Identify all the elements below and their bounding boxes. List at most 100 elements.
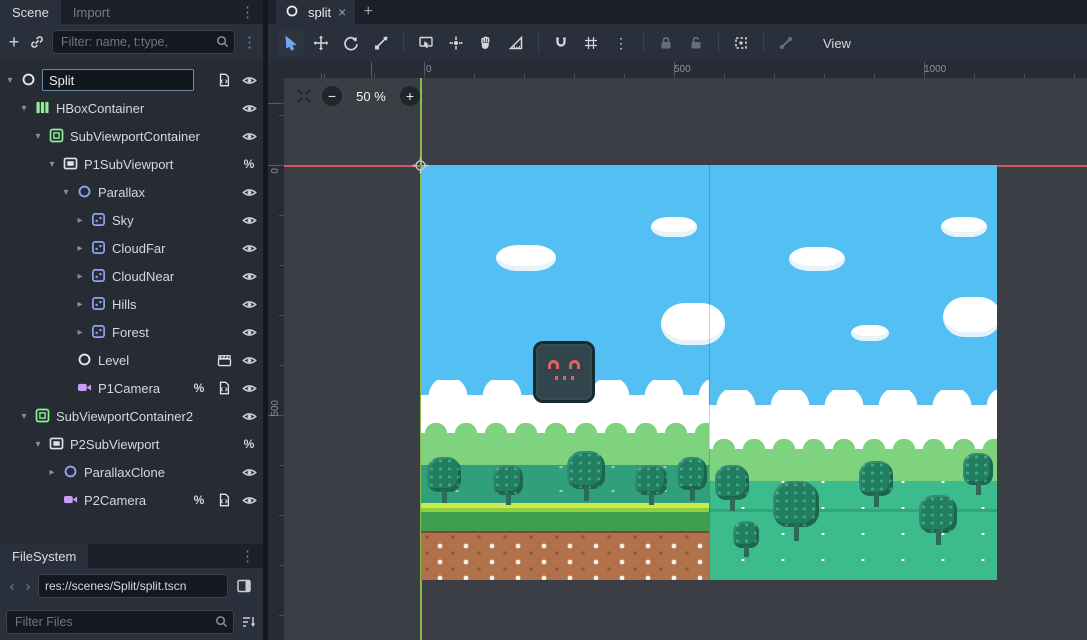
- expand-icon[interactable]: ▸: [74, 327, 86, 338]
- expand-icon[interactable]: ▸: [46, 467, 58, 478]
- close-tab-icon[interactable]: ×: [338, 4, 346, 20]
- expand-icon[interactable]: ▸: [74, 243, 86, 254]
- collapse-icon[interactable]: ▾: [46, 159, 58, 170]
- tree-node-hboxcontainer[interactable]: ▾HBoxContainer: [0, 94, 263, 122]
- tree: [677, 457, 707, 501]
- script-icon[interactable]: [214, 493, 234, 507]
- visibility-eye-icon[interactable]: [239, 493, 259, 508]
- tree: [715, 465, 749, 511]
- filesystem-menu-icon[interactable]: ⋮: [232, 544, 263, 568]
- visibility-eye-icon[interactable]: [239, 381, 259, 396]
- history-forward-icon[interactable]: ›: [22, 578, 34, 595]
- zoom-level-label[interactable]: 50 %: [352, 89, 390, 104]
- center-view-icon[interactable]: [296, 88, 312, 104]
- pivot-tool[interactable]: [443, 30, 469, 56]
- visibility-eye-icon[interactable]: [239, 325, 259, 340]
- cloud: [941, 217, 987, 237]
- zoom-out-button[interactable]: −: [322, 86, 342, 106]
- visibility-eye-icon[interactable]: [239, 101, 259, 116]
- scene-panel-menu-icon[interactable]: ⋮: [242, 33, 257, 51]
- tree: [919, 495, 957, 545]
- lock-button[interactable]: [653, 30, 679, 56]
- dock-menu-icon[interactable]: ⋮: [232, 0, 263, 24]
- left-dock-tabbar: Scene Import ⋮: [0, 0, 263, 24]
- tree-node-subviewportcontainer2[interactable]: ▾SubViewportContainer2: [0, 402, 263, 430]
- unique-name-icon[interactable]: %: [189, 381, 209, 395]
- add-node-button[interactable]: +: [6, 34, 22, 50]
- skeleton-menu[interactable]: [773, 30, 799, 56]
- tree-node-hills[interactable]: ▸Hills: [0, 290, 263, 318]
- collapse-icon[interactable]: ▾: [60, 187, 72, 198]
- tree-node-p2subviewport[interactable]: ▾P2SubViewport%: [0, 430, 263, 458]
- expand-icon[interactable]: ▸: [74, 271, 86, 282]
- unique-name-icon[interactable]: %: [239, 157, 259, 171]
- tree-node-parallaxclone[interactable]: ▸ParallaxClone: [0, 458, 263, 486]
- pan-tool[interactable]: [473, 30, 499, 56]
- visibility-eye-icon[interactable]: [239, 353, 259, 368]
- visibility-eye-icon[interactable]: [239, 73, 259, 88]
- tree-node-forest[interactable]: ▸Forest: [0, 318, 263, 346]
- tree-node-p1subviewport[interactable]: ▾ P1SubViewport%: [0, 150, 263, 178]
- 2d-viewport-canvas[interactable]: − 50 % +: [284, 78, 1087, 640]
- tree-node-sky[interactable]: ▸Sky: [0, 206, 263, 234]
- unlock-button[interactable]: [683, 30, 709, 56]
- origin-gizmo-icon[interactable]: [412, 157, 429, 177]
- scale-tool[interactable]: [368, 30, 394, 56]
- collapse-icon[interactable]: ▾: [4, 75, 16, 86]
- tree-node-level[interactable]: Level: [0, 346, 263, 374]
- open-scene-icon[interactable]: [214, 353, 234, 368]
- ruler-tool[interactable]: [503, 30, 529, 56]
- tree-node-p2camera[interactable]: P2Camera%: [0, 486, 263, 514]
- tree-node-cloudfar[interactable]: ▸CloudFar: [0, 234, 263, 262]
- tree-node-cloudnear[interactable]: ▸CloudNear: [0, 262, 263, 290]
- script-icon[interactable]: [214, 381, 234, 395]
- visibility-eye-icon[interactable]: [239, 213, 259, 228]
- tree-node-p1camera[interactable]: P1Camera%: [0, 374, 263, 402]
- node-name-label: P1SubViewport: [84, 157, 173, 172]
- visibility-eye-icon[interactable]: [239, 241, 259, 256]
- script-icon[interactable]: [214, 73, 234, 87]
- expand-icon[interactable]: ▸: [74, 215, 86, 226]
- view-menu-button[interactable]: View: [811, 33, 863, 54]
- collapse-icon[interactable]: ▾: [32, 131, 44, 142]
- collapse-icon[interactable]: ▾: [18, 411, 30, 422]
- tab-scene[interactable]: Scene: [0, 0, 61, 24]
- unique-name-icon[interactable]: %: [189, 493, 209, 507]
- cloud: [661, 303, 725, 345]
- rotate-tool[interactable]: [338, 30, 364, 56]
- select-tool[interactable]: [278, 30, 304, 56]
- tree-node-parallax[interactable]: ▾Parallax: [0, 178, 263, 206]
- collapse-icon[interactable]: ▾: [32, 439, 44, 450]
- file-filter-input[interactable]: [6, 610, 234, 634]
- smart-snap-toggle[interactable]: [548, 30, 574, 56]
- visibility-eye-icon[interactable]: [239, 129, 259, 144]
- visibility-eye-icon[interactable]: [239, 185, 259, 200]
- split-filesystem-panel-icon[interactable]: [236, 578, 252, 594]
- expand-icon[interactable]: ▸: [74, 299, 86, 310]
- visibility-eye-icon[interactable]: [239, 409, 259, 424]
- tree-node-split[interactable]: ▾ Split: [0, 66, 263, 94]
- rename-field[interactable]: Split: [42, 69, 194, 91]
- zoom-in-button[interactable]: +: [400, 86, 420, 106]
- group-button[interactable]: [728, 30, 754, 56]
- scene-tab-split[interactable]: split ×: [276, 0, 355, 24]
- scene-filter-input[interactable]: [52, 30, 235, 54]
- tab-filesystem[interactable]: FileSystem: [0, 544, 88, 568]
- grid-snap-toggle[interactable]: [578, 30, 604, 56]
- tab-import[interactable]: Import: [61, 0, 122, 24]
- current-path-field[interactable]: [38, 574, 228, 598]
- collapse-icon[interactable]: ▾: [18, 103, 30, 114]
- move-tool[interactable]: [308, 30, 334, 56]
- game-scene: [421, 165, 997, 580]
- visibility-eye-icon[interactable]: [239, 269, 259, 284]
- unique-name-icon[interactable]: %: [239, 437, 259, 451]
- list-select-tool[interactable]: [413, 30, 439, 56]
- file-sort-icon[interactable]: [241, 614, 257, 630]
- snap-options-menu[interactable]: ⋮: [608, 30, 634, 56]
- history-back-icon[interactable]: ‹: [6, 578, 18, 595]
- tree-node-subviewportcontainer[interactable]: ▾SubViewportContainer: [0, 122, 263, 150]
- new-scene-tab-button[interactable]: +: [355, 0, 381, 24]
- visibility-eye-icon[interactable]: [239, 465, 259, 480]
- instance-scene-link-icon[interactable]: [29, 34, 45, 50]
- visibility-eye-icon[interactable]: [239, 297, 259, 312]
